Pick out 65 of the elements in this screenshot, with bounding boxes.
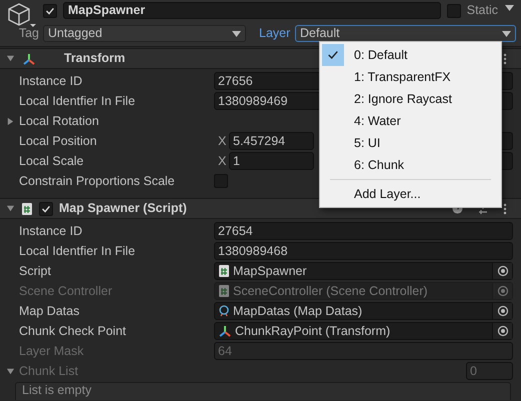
- field-label: Script: [19, 262, 52, 280]
- object-picker-icon[interactable]: [496, 265, 508, 277]
- enabled-checkbox[interactable]: [39, 202, 53, 216]
- component-title: Transform: [64, 50, 126, 68]
- checkmark-icon: [327, 49, 339, 61]
- static-checkbox[interactable]: [446, 4, 461, 18]
- caret-icon: [502, 30, 511, 36]
- menu-item[interactable]: 5: UI: [320, 132, 501, 154]
- field-label: Local Identfier In File: [19, 92, 136, 110]
- axis-label: X: [217, 132, 228, 150]
- object-field[interactable]: ChunkRayPoint (Transform): [214, 322, 513, 340]
- object-value: SceneController (Scene Controller): [233, 282, 429, 300]
- field-label: Constrain Proportions Scale: [19, 172, 176, 190]
- asset-icon: [218, 305, 230, 317]
- menu-item[interactable]: 2: Ignore Raycast: [320, 88, 501, 110]
- layer-dropdown[interactable]: Default: [295, 25, 516, 42]
- foldout-arrow-icon[interactable]: [6, 366, 15, 376]
- object-picker-icon[interactable]: [496, 305, 508, 317]
- foldout-arrow-icon[interactable]: [6, 204, 15, 213]
- value-field[interactable]: 1380989468: [214, 242, 513, 260]
- caret-icon: [232, 30, 241, 36]
- number-field[interactable]: 5.457294: [229, 132, 314, 150]
- field-label: Map Datas: [19, 302, 80, 320]
- foldout-arrow-icon[interactable]: [6, 54, 15, 63]
- field-label: Local Scale: [19, 152, 85, 170]
- object-field[interactable]: MapDatas (Map Datas): [214, 302, 513, 320]
- object-value: MapSpawner: [233, 262, 308, 280]
- menu-item[interactable]: 4: Water: [320, 110, 501, 132]
- script-icon: [218, 285, 230, 297]
- layer-value: Default: [300, 26, 340, 41]
- field-label: Layer Mask: [19, 342, 85, 360]
- script-icon: [21, 202, 33, 214]
- dropdown-caret-icon[interactable]: [505, 5, 514, 11]
- axis-label: X: [217, 152, 228, 170]
- field-label: Instance ID: [19, 222, 84, 240]
- field-label: Local Identfier In File: [19, 242, 136, 260]
- active-checkbox[interactable]: [43, 4, 57, 18]
- object-value: MapDatas (Map Datas): [233, 302, 364, 320]
- object-field[interactable]: MapSpawner: [214, 262, 513, 280]
- field-label: Scene Controller: [19, 282, 114, 300]
- transform-icon: [218, 324, 232, 338]
- transform-icon: [22, 52, 36, 66]
- field-label: Instance ID: [19, 72, 84, 90]
- number-field[interactable]: 1: [229, 152, 314, 170]
- field-label: Local Position: [19, 132, 98, 150]
- more-options-icon[interactable]: [503, 202, 507, 214]
- script-icon: [218, 265, 230, 277]
- component-title: Map Spawner (Script): [59, 200, 187, 218]
- tag-dropdown[interactable]: Untagged: [43, 25, 246, 42]
- name-field[interactable]: MapSpawner: [63, 2, 441, 19]
- field-label: Chunk Check Point: [19, 322, 128, 340]
- empty-list-box: List is empty: [15, 382, 511, 400]
- value-field[interactable]: 27654: [214, 222, 513, 240]
- tag-label: Tag: [18, 25, 40, 42]
- layer-label: Layer: [259, 25, 292, 42]
- tag-value: Untagged: [48, 26, 102, 41]
- more-options-icon[interactable]: [503, 52, 507, 64]
- menu-item[interactable]: 6: Chunk: [320, 154, 501, 176]
- menu-item[interactable]: 1: TransparentFX: [320, 66, 501, 88]
- object-value: ChunkRayPoint (Transform): [235, 322, 392, 340]
- object-picker-icon[interactable]: [496, 325, 508, 337]
- static-label: Static: [466, 2, 498, 20]
- value-field: 64: [214, 342, 513, 360]
- foldout-label[interactable]: Local Rotation: [19, 112, 99, 130]
- foldout-arrow-icon[interactable]: [6, 116, 15, 126]
